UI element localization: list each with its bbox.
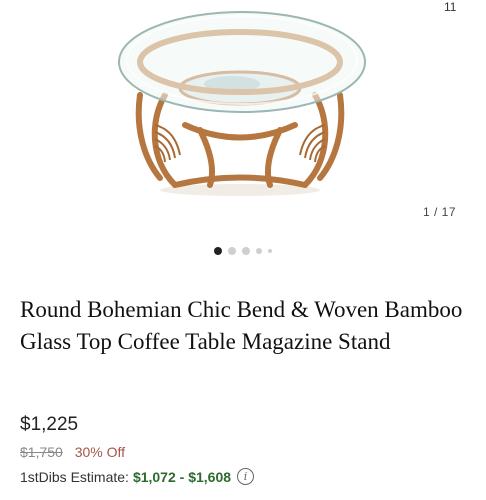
original-price-line: $1,750 30% Off [20,444,125,460]
coffee-table-illustration [118,11,366,196]
product-title: Round Bohemian Chic Bend & Woven Bamboo … [20,297,463,354]
estimate-label: 1stDibs Estimate: [20,468,129,485]
estimate-range: $1,072 - $1,608 [132,468,232,485]
carousel-dot[interactable] [214,247,222,255]
carousel-dots[interactable] [0,247,486,255]
carousel-dot[interactable] [256,248,262,254]
carousel-dot[interactable] [228,247,236,255]
current-price: $1,225 [20,414,79,435]
estimate-line: 1stDibs Estimate: $1,072 - $1,608 i [20,468,255,485]
discount-label: 30% Off [74,444,126,460]
info-icon[interactable]: i [237,468,255,485]
carousel-dot[interactable] [268,249,272,253]
original-price: $1,750 [20,444,63,460]
image-pager: 1 / 17 [422,205,456,219]
carousel-dot[interactable] [242,247,250,255]
product-image[interactable] [0,0,486,240]
